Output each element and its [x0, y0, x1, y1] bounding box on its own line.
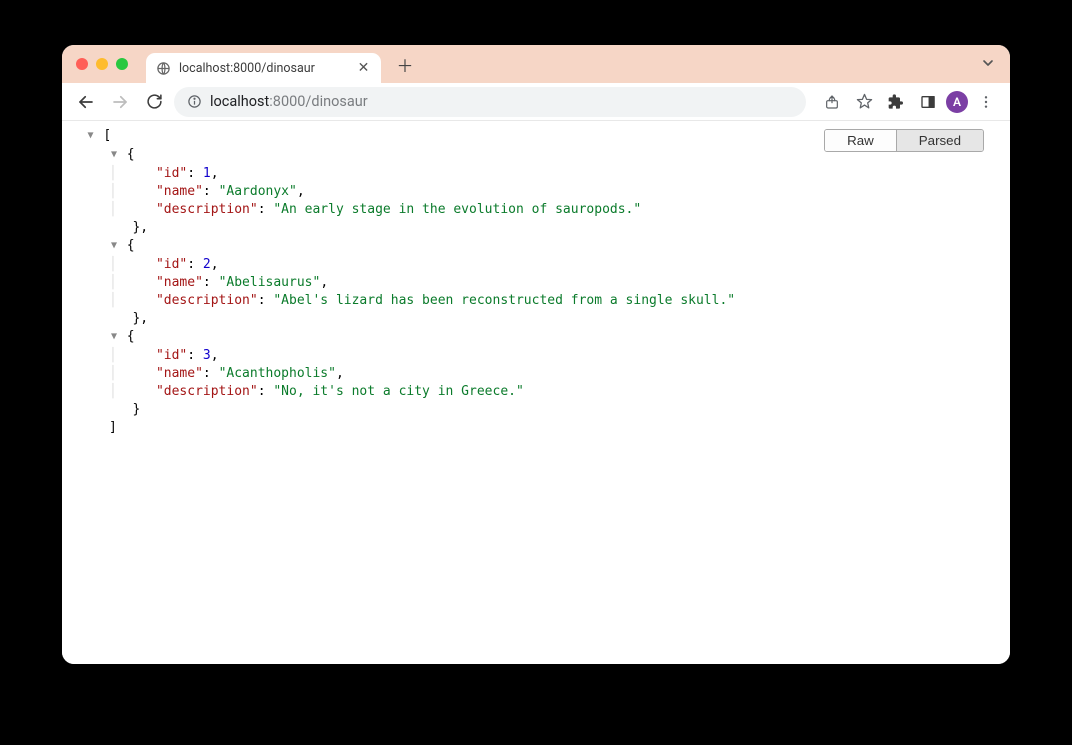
json-line: │ "id": 2,: [62, 256, 1010, 274]
omnibox[interactable]: localhost:8000/dinosaur: [174, 87, 806, 117]
tab-title: localhost:8000/dinosaur: [179, 61, 348, 76]
browser-tab[interactable]: localhost:8000/dinosaur ✕: [146, 53, 381, 83]
json-line: ▼ {: [62, 328, 1010, 347]
collapse-toggle-icon[interactable]: ▼: [109, 146, 119, 164]
reload-button[interactable]: [140, 88, 168, 116]
json-line: },: [62, 219, 1010, 237]
json-line: │ "description": "An early stage in the …: [62, 201, 1010, 219]
minimize-window-button[interactable]: [96, 58, 108, 70]
back-button[interactable]: [72, 88, 100, 116]
site-info-icon[interactable]: [186, 94, 202, 110]
url-host: localhost: [210, 93, 269, 110]
json-line: │ "name": "Acanthopholis",: [62, 365, 1010, 383]
panel-icon[interactable]: [914, 88, 942, 116]
json-line: }: [62, 401, 1010, 419]
forward-button: [106, 88, 134, 116]
bookmark-star-icon[interactable]: [850, 88, 878, 116]
traffic-lights: [76, 58, 128, 70]
json-line: ▼ {: [62, 146, 1010, 165]
avatar-letter: A: [953, 95, 961, 109]
share-icon[interactable]: [818, 88, 846, 116]
tabs-chevron-down-icon[interactable]: [980, 55, 996, 75]
globe-icon: [156, 61, 171, 76]
browser-window: localhost:8000/dinosaur ✕ ＋ localhost:80…: [62, 45, 1010, 664]
collapse-toggle-icon[interactable]: ▼: [85, 127, 95, 145]
json-line: │ "name": "Aardonyx",: [62, 183, 1010, 201]
kebab-menu-icon[interactable]: [972, 88, 1000, 116]
avatar[interactable]: A: [946, 91, 968, 113]
collapse-toggle-icon[interactable]: ▼: [109, 237, 119, 255]
new-tab-button[interactable]: ＋: [391, 50, 419, 78]
close-window-button[interactable]: [76, 58, 88, 70]
json-line: │ "name": "Abelisaurus",: [62, 274, 1010, 292]
url-rest: :8000/dinosaur: [269, 93, 367, 110]
page-content: Raw Parsed ▼ [ ▼ { │ "id": 1, │ "name": …: [62, 121, 1010, 664]
json-line: │ "description": "No, it's not a city in…: [62, 383, 1010, 401]
json-line: ▼ [: [62, 127, 1010, 146]
collapse-toggle-icon[interactable]: ▼: [109, 328, 119, 346]
close-tab-icon[interactable]: ✕: [356, 61, 371, 76]
json-line: │ "description": "Abel's lizard has been…: [62, 292, 1010, 310]
extensions-icon[interactable]: [882, 88, 910, 116]
zoom-window-button[interactable]: [116, 58, 128, 70]
json-line: │ "id": 1,: [62, 165, 1010, 183]
json-line: ▼ {: [62, 237, 1010, 256]
toolbar: localhost:8000/dinosaur A: [62, 83, 1010, 121]
json-line: │ "id": 3,: [62, 347, 1010, 365]
toolbar-right: A: [818, 88, 1000, 116]
json-tree: ▼ [ ▼ { │ "id": 1, │ "name": "Aardonyx",…: [62, 121, 1010, 457]
json-line: },: [62, 310, 1010, 328]
url-text: localhost:8000/dinosaur: [210, 93, 368, 110]
tab-strip: localhost:8000/dinosaur ✕ ＋: [62, 45, 1010, 83]
json-line: ]: [62, 419, 1010, 437]
